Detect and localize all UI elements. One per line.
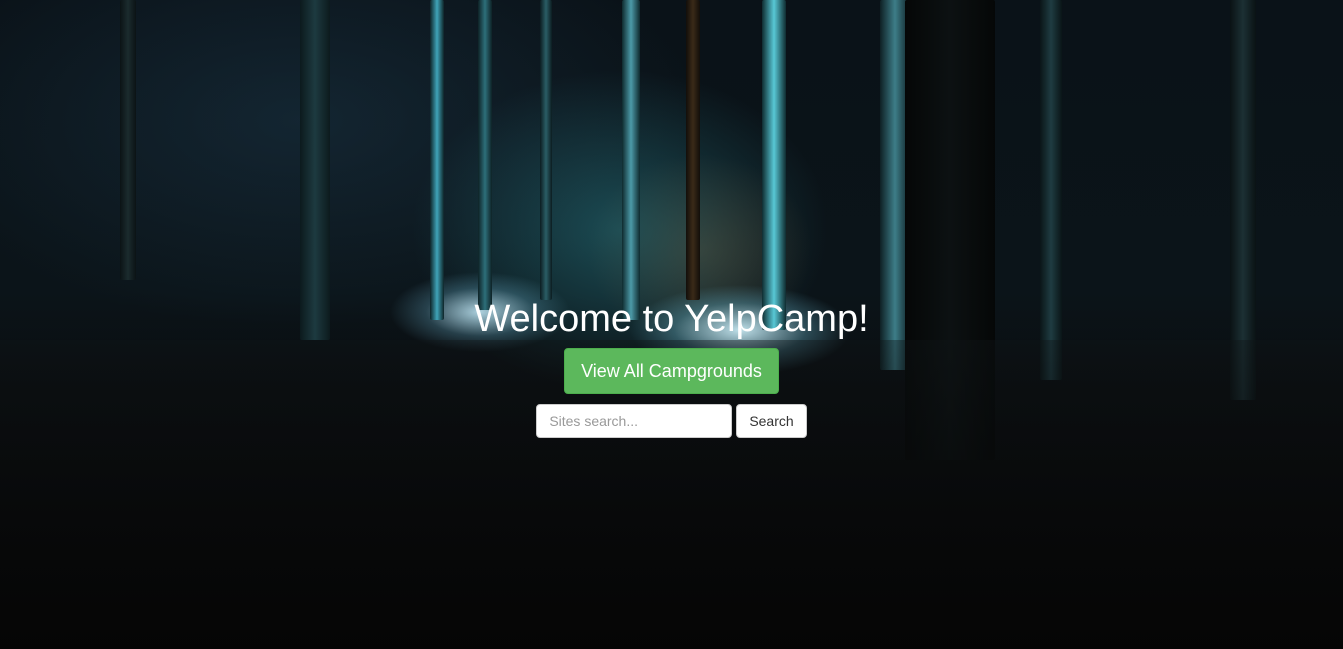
view-all-campgrounds-button[interactable]: View All Campgrounds — [564, 348, 779, 394]
hero-content: Welcome to YelpCamp! View All Campground… — [0, 296, 1343, 438]
tree-trunk — [762, 0, 786, 330]
search-form: Search — [0, 404, 1343, 438]
tree-trunk — [686, 0, 700, 300]
hero-background: Welcome to YelpCamp! View All Campground… — [0, 0, 1343, 649]
search-button[interactable]: Search — [736, 404, 807, 438]
page-title: Welcome to YelpCamp! — [474, 298, 869, 340]
tree-trunk — [478, 0, 492, 310]
search-input[interactable] — [536, 404, 733, 438]
tree-trunk — [430, 0, 444, 320]
tree-trunk — [622, 0, 640, 320]
tree-trunk — [120, 0, 136, 280]
tree-trunk — [540, 0, 552, 300]
tree-trunk — [300, 0, 330, 340]
